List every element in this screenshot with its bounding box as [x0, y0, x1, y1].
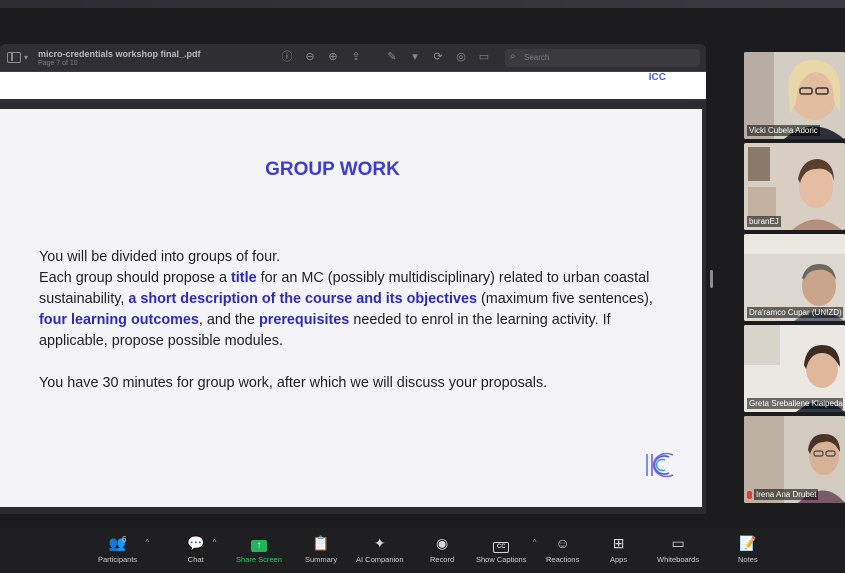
toolbar-icons: ⓘ ⊖ ⊕ ⇪ ✎ ▾ ⟳ ◎ ▭	[280, 50, 491, 64]
slide-logo-icon	[646, 452, 674, 478]
chat-icon: 💬	[187, 535, 205, 551]
summary-label: Summary	[305, 555, 338, 564]
notes-icon: 📝	[739, 535, 757, 551]
whiteboards-button[interactable]: ▭ Whiteboards	[657, 535, 699, 564]
participants-label: Participants	[98, 555, 138, 564]
slide-title: GROUP WORK	[265, 159, 400, 180]
participant-tile[interactable]: buranEJ	[744, 143, 845, 230]
slide-paragraph-2: You have 30 minutes for group work, afte…	[39, 375, 548, 391]
summary-button[interactable]: 📋 Summary	[305, 535, 337, 564]
participant-tile-active-speaker[interactable]: Dra'ramco Cupar (UNIZD)	[744, 234, 845, 321]
chat-button[interactable]: 💬 Chat ^	[187, 535, 216, 564]
search-field[interactable]: ⌕ Search	[505, 49, 700, 67]
share-screen-label: Share Screen	[236, 555, 282, 564]
window-top-strip	[0, 0, 845, 8]
ai-companion-button[interactable]: ✦ AI Companion	[356, 535, 404, 564]
apps-label: Apps	[610, 555, 628, 564]
chat-label: Chat	[187, 555, 204, 564]
participant-name: Irena Ana Drubet	[754, 489, 819, 500]
reactions-icon: ☺	[555, 535, 570, 551]
chat-caret-icon[interactable]: ^	[213, 538, 217, 547]
zoom-in-icon[interactable]: ⊕	[326, 50, 340, 64]
participant-tile[interactable]: Irena Ana Drubet	[744, 416, 845, 503]
participants-icon: 👥	[108, 535, 127, 551]
record-button[interactable]: ◉ Record	[430, 535, 454, 564]
chevron-down-icon[interactable]: ▾	[24, 53, 28, 62]
participant-name: Vicki Cubela Adoric	[747, 125, 820, 136]
slide-body: You will be divided into groups of four.…	[39, 247, 659, 394]
participant-gallery: Vicki Cubela Adoric buranEJ Dra'ramco Cu…	[744, 52, 845, 507]
participants-caret-icon[interactable]: ^	[145, 538, 149, 547]
ai-companion-label: AI Companion	[356, 555, 404, 564]
search-icon: ⌕	[510, 51, 516, 62]
show-captions-label: Show Captions	[476, 555, 527, 564]
search-placeholder: Search	[524, 53, 550, 62]
participants-count: 6	[122, 535, 127, 544]
record-label: Record	[430, 555, 455, 564]
info-icon[interactable]: ⓘ	[280, 50, 294, 64]
meeting-stage: ▾ micro-credentials workshop final_.pdf …	[0, 8, 845, 528]
highlight-description: a short description of the course and it…	[128, 291, 477, 307]
show-captions-button[interactable]: CC Show Captions ^	[476, 535, 536, 564]
slide-text: , and the	[198, 312, 259, 328]
summary-icon: 📋	[312, 535, 330, 551]
document-title: micro-credentials workshop final_.pdf	[38, 49, 201, 59]
toolbar-spacer	[372, 50, 376, 64]
share-icon[interactable]: ⇪	[349, 50, 363, 64]
highlight-prerequisites: prerequisites	[258, 312, 350, 328]
ai-sparkle-icon: ✦	[373, 535, 386, 551]
meeting-controls-bar: 👥 6 Participants ^ 💬 Chat ^ ↑ Share Scre…	[0, 528, 845, 573]
slide-text: Each group should propose a	[39, 270, 232, 286]
apps-button[interactable]: ⊞ Apps	[610, 535, 627, 564]
page-indicator: Page 7 of 10	[38, 60, 78, 67]
notes-label: Notes	[738, 555, 758, 564]
reactions-button[interactable]: ☺ Reactions	[546, 535, 579, 564]
slide-text: (maximum five sentences),	[476, 291, 653, 307]
record-icon: ◉	[435, 535, 449, 551]
previous-page-fragment: ICC	[0, 72, 706, 102]
notes-button[interactable]: 📝 Notes	[738, 535, 758, 564]
reactions-label: Reactions	[546, 555, 580, 564]
whiteboards-label: Whiteboards	[657, 555, 700, 564]
participants-button[interactable]: 👥 6 Participants ^	[98, 535, 149, 564]
slide-paragraph-1: You will be divided into groups of four.…	[39, 247, 659, 352]
share-screen-button[interactable]: ↑ Share Screen	[236, 535, 282, 564]
sidebar-toggle-icon[interactable]	[7, 52, 21, 63]
apps-icon: ⊞	[612, 535, 625, 551]
pdf-viewer-toolbar: ▾ micro-credentials workshop final_.pdf …	[0, 44, 706, 72]
slide-sentence-1: You will be divided into groups of four.	[39, 249, 281, 265]
form-icon[interactable]: ▭	[477, 50, 491, 64]
previous-page-logo-icon: ICC	[648, 72, 666, 83]
participant-name: Greta Srebaliene Klaipeda	[747, 398, 843, 409]
muted-mic-icon	[747, 491, 752, 499]
pdf-viewer-window: ▾ micro-credentials workshop final_.pdf …	[0, 44, 706, 514]
captions-icon: CC	[476, 535, 526, 553]
participant-tile[interactable]: Greta Srebaliene Klaipeda	[744, 325, 845, 412]
participant-name: buranEJ	[747, 216, 781, 227]
rotate-icon[interactable]: ⟳	[431, 50, 445, 64]
share-screen-icon: ↑	[236, 535, 282, 552]
participant-name: Dra'ramco Cupar (UNIZD)	[747, 307, 843, 318]
markup-pen-icon[interactable]: ✎	[385, 50, 399, 64]
annotate-icon[interactable]: ◎	[454, 50, 468, 64]
panel-resize-handle[interactable]	[710, 270, 713, 288]
zoom-out-icon[interactable]: ⊖	[303, 50, 317, 64]
highlight-outcomes: four learning outcomes	[39, 312, 199, 328]
current-slide-page: GROUP WORK You will be divided into grou…	[0, 109, 702, 507]
captions-caret-icon[interactable]: ^	[533, 538, 537, 547]
whiteboard-icon: ▭	[671, 535, 685, 551]
markup-chevron-icon[interactable]: ▾	[408, 50, 422, 64]
participant-tile[interactable]: Vicki Cubela Adoric	[744, 52, 845, 139]
highlight-title: title	[231, 270, 257, 286]
